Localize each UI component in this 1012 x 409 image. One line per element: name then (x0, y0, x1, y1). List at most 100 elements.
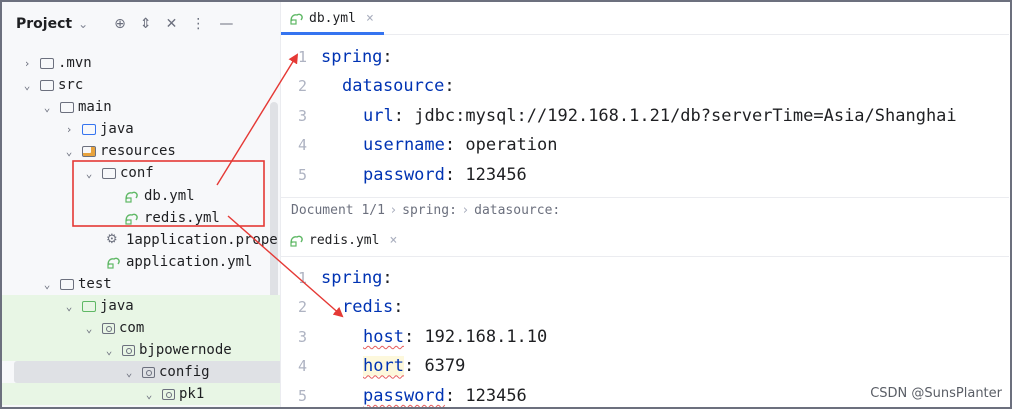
tree-item-test[interactable]: ⌄ test (40, 273, 280, 295)
tree-item-config[interactable]: ⌄ config (14, 361, 280, 383)
yaml-file-icon (125, 213, 138, 225)
chevron-down-icon[interactable]: ⌄ (102, 344, 116, 357)
watermark: CSDN @SunsPlanter (870, 386, 1002, 401)
editor-tab-bar: redis.yml × (281, 224, 1009, 257)
breadcrumb-document[interactable]: Document 1/1 (291, 203, 385, 218)
chevron-down-icon[interactable]: ⌄ (78, 17, 88, 31)
chevron-right-icon[interactable]: › (62, 123, 76, 136)
chevron-down-icon[interactable]: ⌄ (62, 300, 76, 313)
breadcrumb: Document 1/1 › spring: › datasource: (281, 197, 1009, 223)
tree-item-conf[interactable]: ⌄ conf (82, 162, 280, 184)
breadcrumb-spring[interactable]: spring: (402, 203, 457, 218)
tree-item-application-yml[interactable]: application.yml (104, 251, 280, 273)
yaml-key: spring (321, 267, 383, 288)
chevron-down-icon[interactable]: ⌄ (40, 101, 54, 114)
chevron-down-icon[interactable]: ⌄ (62, 145, 76, 158)
line-number: 4 (297, 136, 307, 155)
tree-item-redis-yml[interactable]: redis.yml (124, 207, 280, 229)
package-icon (142, 366, 155, 378)
code-area[interactable]: 1 spring: 2 redis: 3 host: 192.168.1.10 … (281, 257, 1009, 407)
package-icon (102, 322, 115, 334)
yaml-key: username (363, 135, 445, 156)
folder-icon (60, 101, 74, 113)
tree-item-java[interactable]: › java (62, 118, 280, 140)
tree-item-test-java[interactable]: ⌄ java (2, 295, 280, 317)
code-line: 4 hort: 6379 (281, 352, 1009, 382)
folder-icon (102, 167, 116, 179)
line-number: 4 (297, 357, 307, 376)
line-number: 3 (297, 327, 307, 346)
tree-item-application-properties[interactable]: ⚙ 1application.prope (104, 229, 280, 251)
tree-item-label: resources (100, 143, 176, 159)
yaml-value: 6379 (424, 356, 466, 377)
folder-icon (40, 79, 54, 91)
tree-item-label: config (159, 364, 210, 380)
more-options-icon[interactable]: ⋮ (191, 16, 205, 32)
yaml-value: operation (465, 135, 558, 156)
code-area[interactable]: 1 spring: 2 datasource: 3 url: jdbc:mysq… (281, 35, 1009, 190)
editor-redis-yml: redis.yml × 1 spring: 2 redis: 3 host: 1… (281, 224, 1009, 407)
line-number: 3 (297, 106, 307, 125)
tree-item-main[interactable]: ⌄ main (40, 96, 280, 118)
tree-item-mvn[interactable]: › .mvn (20, 52, 280, 74)
code-line: 5 password: 123456 (281, 160, 1009, 190)
code-line: 3 url: jdbc:mysql://192.168.1.21/db?serv… (281, 101, 1009, 131)
project-view-selector[interactable]: Project (16, 16, 72, 32)
close-icon[interactable]: × (366, 11, 374, 26)
tab-db-yml[interactable]: db.yml × (281, 2, 384, 35)
close-icon[interactable]: × (389, 233, 397, 248)
chevron-right-icon: › (390, 203, 397, 218)
package-icon (122, 344, 135, 356)
breadcrumb-datasource[interactable]: datasource: (474, 203, 560, 218)
tree-item-src[interactable]: ⌄ src (20, 74, 280, 96)
yaml-key: datasource (342, 76, 445, 97)
code-line: 3 host: 192.168.1.10 (281, 322, 1009, 352)
tree-item-db-yml[interactable]: db.yml (124, 185, 280, 207)
project-toolbar: ⊕ ⇕ ✕ ⋮ — (114, 16, 233, 32)
yaml-key: spring (321, 46, 383, 67)
tree-item-label: java (100, 121, 134, 137)
tree-item-bjpowernode[interactable]: ⌄ bjpowernode (2, 339, 280, 361)
line-number: 1 (297, 47, 307, 66)
chevron-down-icon[interactable]: ⌄ (20, 79, 34, 92)
code-line: 2 redis: (281, 293, 1009, 323)
expand-all-icon[interactable]: ⇕ (140, 16, 152, 32)
yaml-value: jdbc:mysql://192.168.1.21/db?serverTime=… (414, 105, 957, 126)
chevron-down-icon[interactable]: ⌄ (82, 167, 96, 180)
tree-item-com[interactable]: ⌄ com (2, 317, 280, 339)
tree-item-label: com (119, 320, 145, 336)
chevron-right-icon[interactable]: › (20, 57, 34, 70)
chevron-down-icon[interactable]: ⌄ (82, 322, 96, 335)
chevron-down-icon[interactable]: ⌄ (142, 388, 156, 401)
line-number: 2 (297, 298, 307, 317)
chevron-down-icon[interactable]: ⌄ (40, 278, 54, 291)
line-number: 5 (297, 386, 307, 405)
tree-item-label: test (78, 276, 112, 292)
source-folder-icon (82, 123, 96, 135)
tree-item-label: pk1 (179, 386, 205, 402)
locate-icon[interactable]: ⊕ (114, 16, 126, 32)
tree-item-pk1[interactable]: ⌄ pk1 (2, 383, 280, 405)
tree-item-label: redis.yml (144, 210, 220, 226)
code-line: 2 datasource: (281, 72, 1009, 102)
tree-item-label: java (100, 298, 134, 314)
tab-redis-yml[interactable]: redis.yml × (281, 224, 407, 256)
yaml-key: host (363, 326, 404, 347)
collapse-all-icon[interactable]: ✕ (166, 16, 178, 32)
yaml-key: password (363, 164, 445, 185)
tree-item-label: db.yml (144, 188, 195, 204)
code-line: 1 spring: (281, 42, 1009, 72)
tree-item-label: .mvn (58, 55, 92, 71)
yaml-file-icon (107, 257, 120, 269)
hide-panel-icon[interactable]: — (219, 16, 233, 32)
tree-item-label: main (78, 99, 112, 115)
yaml-key: url (363, 105, 394, 126)
tab-label: redis.yml (309, 232, 380, 248)
tree-item-resources[interactable]: ⌄ resources (62, 140, 280, 162)
folder-icon (60, 278, 74, 290)
yaml-key: password (363, 385, 445, 406)
chevron-down-icon[interactable]: ⌄ (122, 366, 136, 379)
yaml-file-icon (125, 191, 138, 203)
line-number: 5 (297, 165, 307, 184)
package-icon (162, 388, 175, 400)
